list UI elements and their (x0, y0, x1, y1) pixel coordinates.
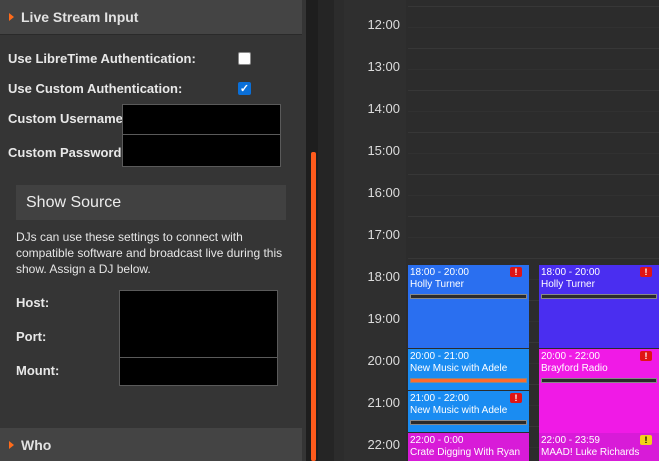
caret-right-icon (9, 440, 14, 449)
event-name: New Music with Adele (410, 363, 508, 374)
who-header[interactable]: Who (0, 428, 302, 461)
hour-label: 17:00 (367, 227, 400, 242)
who-title: Who (21, 436, 52, 453)
event-name: Crate Digging With Ryan (410, 447, 521, 458)
calendar-event[interactable]: 20:00 - 21:00 New Music with Adele (408, 349, 529, 390)
hour-label: 19:00 (367, 311, 400, 326)
show-source-description: DJs can use these settings to connect wi… (16, 230, 283, 276)
panel-scrollbar[interactable] (311, 152, 316, 461)
custom-username-field[interactable] (122, 104, 281, 135)
warning-icon: ! (640, 435, 652, 445)
hour-gridline (408, 6, 659, 7)
hour-gridline (408, 90, 659, 91)
calendar-event[interactable]: 20:00 - 22:00 Brayford Radio! (539, 349, 659, 433)
hour-label: 14:00 (367, 101, 400, 116)
hour-gridline (408, 216, 659, 217)
hour-label: 12:00 (367, 17, 400, 32)
hour-label: 21:00 (367, 395, 400, 410)
warning-icon: ! (640, 351, 652, 361)
hour-label: 15:00 (367, 143, 400, 158)
hour-label: 20:00 (367, 353, 400, 368)
host-port-field (119, 290, 278, 358)
libretime-auth-label: Use LibreTime Authentication: (8, 51, 196, 66)
hour-gridline (408, 258, 659, 259)
event-progress-bar (541, 378, 657, 383)
hour-gridline (408, 48, 659, 49)
event-name: Holly Turner (541, 279, 595, 290)
live-stream-input-header[interactable]: Live Stream Input (0, 0, 302, 35)
pane-divider (318, 0, 334, 461)
half-hour-gridline (408, 111, 659, 112)
custom-username-label: Custom Username (8, 111, 123, 126)
calendar-event[interactable]: 22:00 - 23:59 MAAD! Luke Richards! (539, 433, 659, 461)
half-hour-gridline (408, 237, 659, 238)
event-progress-bar (410, 420, 527, 425)
show-settings-panel: Live Stream Input Use LibreTime Authenti… (0, 0, 306, 461)
event-name: Brayford Radio (541, 363, 608, 374)
calendar-event[interactable]: 18:00 - 20:00 Holly Turner! (408, 265, 529, 348)
calendar-event[interactable]: 18:00 - 20:00 Holly Turner! (539, 265, 659, 348)
event-time: 22:00 - 0:00 (410, 435, 464, 446)
app-root: Live Stream Input Use LibreTime Authenti… (0, 0, 659, 461)
custom-password-field[interactable] (122, 134, 281, 167)
event-name: MAAD! Luke Richards (541, 447, 640, 458)
hour-label: 16:00 (367, 185, 400, 200)
hour-label: 22:00 (367, 437, 400, 452)
custom-auth-label: Use Custom Authentication: (8, 81, 183, 96)
calendar-event[interactable]: 22:00 - 0:00 Crate Digging With Ryan (408, 433, 529, 461)
event-progress-bar (410, 378, 527, 383)
event-name: New Music with Adele (410, 405, 508, 416)
event-progress-bar (541, 294, 657, 299)
calendar-event[interactable]: 21:00 - 22:00 New Music with Adele! (408, 391, 529, 432)
warning-icon: ! (640, 267, 652, 277)
week-calendar: 12:00 13:00 14:00 15:00 16:00 17:00 18:00 19:00… (344, 0, 659, 461)
caret-right-icon (9, 13, 14, 21)
calendar-edge (334, 0, 344, 461)
hour-gridline (408, 174, 659, 175)
warning-icon: ! (510, 393, 522, 403)
mount-field (119, 357, 278, 386)
half-hour-gridline (408, 195, 659, 196)
custom-password-label: Custom Password (8, 145, 122, 160)
warning-icon: ! (510, 267, 522, 277)
half-hour-gridline (408, 69, 659, 70)
show-source-header: Show Source (16, 185, 286, 220)
event-time: 20:00 - 21:00 (410, 351, 469, 362)
half-hour-gridline (408, 153, 659, 154)
mount-label: Mount: (16, 363, 60, 378)
host-label: Host: (16, 295, 50, 310)
hour-gridline (408, 132, 659, 133)
custom-auth-checkbox[interactable]: ✓ (238, 82, 251, 95)
live-stream-input-title: Live Stream Input (21, 9, 139, 25)
libretime-auth-checkbox[interactable] (238, 52, 251, 65)
hour-label: 13:00 (367, 59, 400, 74)
port-label: Port: (16, 329, 47, 344)
hour-label: 18:00 (367, 269, 400, 284)
event-name: Holly Turner (410, 279, 464, 290)
event-progress-bar (410, 294, 527, 299)
half-hour-gridline (408, 27, 659, 28)
